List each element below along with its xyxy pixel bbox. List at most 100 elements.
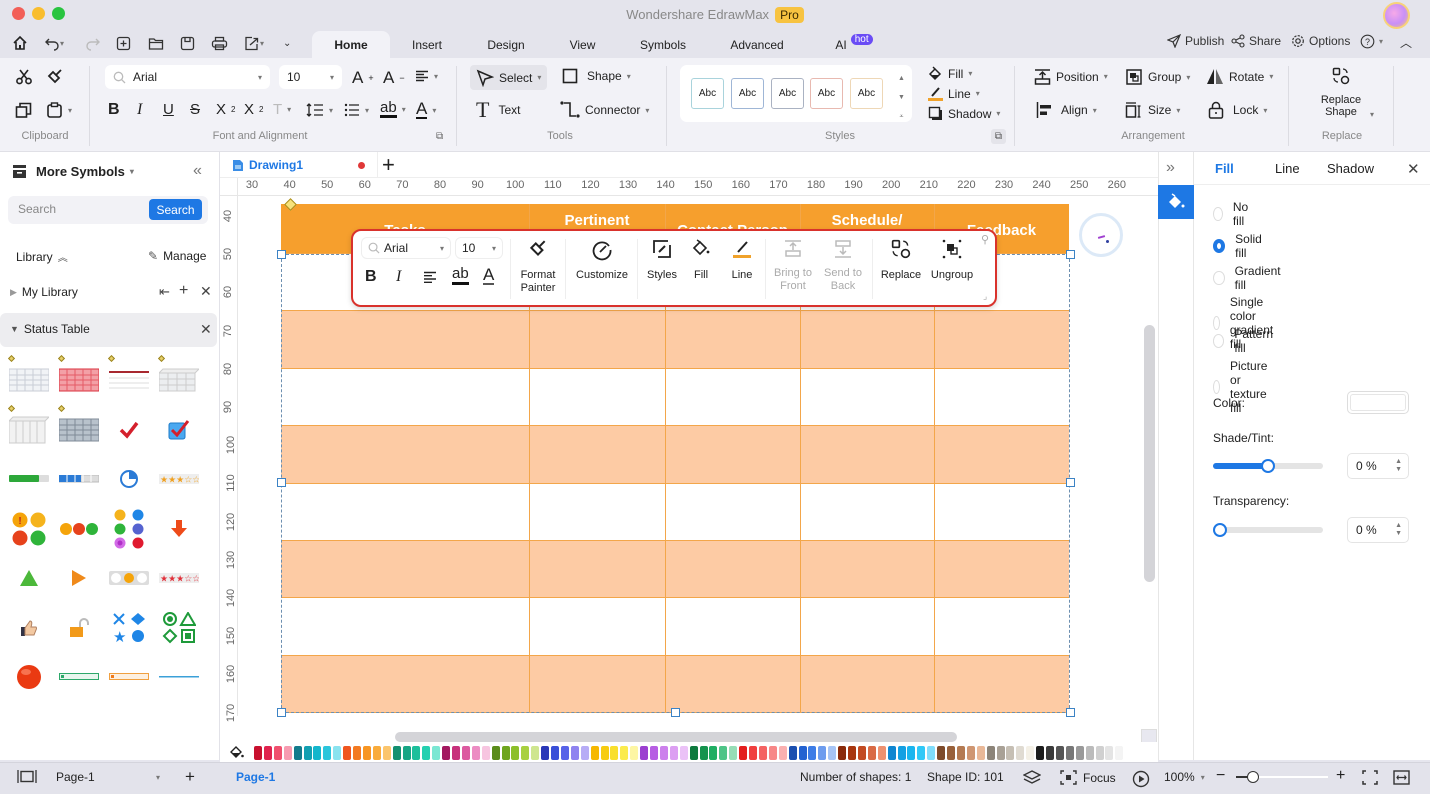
align-button[interactable]: Align ▾ bbox=[1036, 102, 1097, 118]
palette-swatch[interactable] bbox=[897, 746, 906, 760]
floating-font-select[interactable]: Arial ▾ bbox=[361, 237, 451, 259]
palette-swatch[interactable] bbox=[1055, 746, 1064, 760]
grid-table-icon[interactable] bbox=[6, 360, 52, 400]
palette-swatch[interactable] bbox=[254, 746, 262, 760]
radio-button[interactable] bbox=[1213, 270, 1225, 285]
collapse-ribbon-icon[interactable]: ︿ bbox=[1400, 34, 1412, 51]
line-spacing-icon[interactable]: ▾ bbox=[306, 103, 333, 117]
replace-shape-button[interactable]: Replace Shape bbox=[1312, 67, 1370, 118]
bullet-list-icon[interactable]: ▾ bbox=[344, 103, 369, 117]
palette-swatch[interactable] bbox=[521, 746, 530, 760]
status-table-header[interactable]: ▼ Status Table bbox=[10, 322, 90, 336]
format-tab-shadow[interactable]: Shadow bbox=[1327, 161, 1374, 176]
orange-play-arrow-icon[interactable] bbox=[56, 558, 102, 598]
pin-toolbar-icon[interactable]: ⚲ bbox=[981, 233, 989, 246]
palette-swatch[interactable] bbox=[699, 746, 708, 760]
user-avatar[interactable] bbox=[1383, 2, 1410, 29]
fill-option[interactable]: No fill bbox=[1213, 200, 1252, 228]
palette-swatch[interactable] bbox=[749, 746, 757, 760]
palette-swatch[interactable] bbox=[768, 746, 777, 760]
palette-swatch[interactable] bbox=[481, 746, 490, 760]
floating-bold-icon[interactable]: B bbox=[365, 268, 377, 286]
palette-swatch[interactable] bbox=[580, 746, 589, 760]
four-status-lights-icon[interactable]: ! bbox=[6, 509, 52, 549]
palette-swatch[interactable] bbox=[669, 746, 678, 760]
palette-swatch[interactable] bbox=[303, 746, 312, 760]
vertical-scrollbar[interactable] bbox=[1144, 325, 1155, 582]
palette-swatch[interactable] bbox=[422, 746, 431, 760]
floating-italic-icon[interactable]: I bbox=[396, 268, 401, 286]
font-name-select[interactable]: Arial ▾ bbox=[105, 65, 270, 89]
export-icon[interactable]: ▾ bbox=[244, 34, 264, 52]
green-shape-set-icon[interactable] bbox=[156, 608, 202, 648]
palette-swatch[interactable] bbox=[808, 746, 817, 760]
palette-swatch[interactable] bbox=[343, 746, 352, 760]
palette-swatch[interactable] bbox=[1115, 746, 1124, 760]
palette-swatch[interactable] bbox=[719, 746, 728, 760]
orange-unlock-icon[interactable] bbox=[56, 608, 102, 648]
palette-swatch[interactable] bbox=[501, 746, 510, 760]
format-painter-button[interactable]: Format Painter bbox=[515, 239, 561, 295]
more-quick-access-icon[interactable]: ⌄ bbox=[283, 34, 291, 52]
expand-toolbar-icon[interactable]: ⌟ bbox=[983, 291, 987, 302]
palette-swatch[interactable] bbox=[709, 746, 718, 760]
palette-swatch[interactable] bbox=[788, 746, 797, 760]
floating-highlight-icon[interactable]: ab bbox=[452, 266, 469, 285]
fullscreen-icon[interactable] bbox=[1362, 770, 1378, 785]
share-button[interactable]: Share bbox=[1231, 34, 1281, 48]
cut-icon[interactable] bbox=[15, 68, 33, 86]
close-my-library-icon[interactable]: ✕ bbox=[200, 283, 212, 300]
manage-button[interactable]: ✎ Manage bbox=[148, 249, 206, 263]
superscript-icon[interactable]: X2 bbox=[216, 101, 235, 118]
resize-handle-right[interactable] bbox=[1066, 478, 1075, 487]
3d-table-icon[interactable] bbox=[156, 360, 202, 400]
italic-icon[interactable]: I bbox=[137, 101, 142, 119]
palette-swatch[interactable] bbox=[778, 746, 787, 760]
zoom-out-button[interactable]: − bbox=[1216, 767, 1225, 785]
zoom-in-button[interactable]: + bbox=[1336, 767, 1345, 785]
resize-handle-bottom-right[interactable] bbox=[1066, 708, 1075, 717]
style-swatch-5[interactable]: Abc bbox=[850, 78, 883, 109]
resize-handle-top-left[interactable] bbox=[277, 250, 286, 259]
pie-progress-icon[interactable] bbox=[106, 459, 152, 499]
palette-swatch[interactable] bbox=[1036, 746, 1045, 760]
palette-swatch[interactable] bbox=[461, 746, 470, 760]
six-color-dots-icon[interactable] bbox=[106, 509, 152, 549]
radio-button[interactable] bbox=[1213, 380, 1221, 394]
palette-swatch[interactable] bbox=[838, 746, 847, 760]
spinner-arrows-icon[interactable]: ▲ ▼ bbox=[1395, 522, 1402, 538]
palette-swatch[interactable] bbox=[1105, 746, 1114, 760]
bring-to-front-button[interactable]: Bring to Front bbox=[769, 239, 817, 293]
symbol-search-input[interactable]: Search bbox=[18, 202, 56, 216]
decrease-font-size-icon[interactable]: A − bbox=[383, 68, 405, 88]
shadow-button[interactable]: Shadow ▾ bbox=[928, 106, 1000, 121]
tab-view[interactable]: View bbox=[560, 31, 605, 58]
fill-panel-tab[interactable] bbox=[1158, 185, 1194, 219]
lock-button[interactable]: Lock ▾ bbox=[1208, 101, 1267, 119]
style-gallery-scroll[interactable]: ▲ ▼ ⩡ bbox=[898, 69, 905, 126]
red-star-rating-icon[interactable]: ★★★☆☆ bbox=[156, 558, 202, 598]
palette-swatch[interactable] bbox=[620, 746, 629, 760]
new-tab-button[interactable]: + bbox=[382, 154, 395, 176]
shade-tint-spinner[interactable]: 0 % ▲ ▼ bbox=[1347, 453, 1409, 479]
palette-swatch[interactable] bbox=[867, 746, 876, 760]
resize-handle-left[interactable] bbox=[277, 478, 286, 487]
customize-button[interactable]: Customize bbox=[571, 239, 633, 282]
bold-icon[interactable]: B bbox=[108, 101, 120, 119]
palette-swatch[interactable] bbox=[798, 746, 807, 760]
copy-icon[interactable] bbox=[15, 102, 32, 119]
expand-panel-icon[interactable]: » bbox=[1166, 159, 1175, 177]
palette-swatch[interactable] bbox=[610, 746, 619, 760]
fill-button[interactable]: Fill ▾ bbox=[928, 66, 972, 81]
blue-segment-bar-icon[interactable] bbox=[56, 459, 102, 499]
position-button[interactable]: Position ▾ bbox=[1034, 68, 1108, 85]
palette-swatch[interactable] bbox=[333, 746, 342, 760]
add-library-icon[interactable]: + bbox=[179, 282, 188, 300]
import-library-icon[interactable]: ⇤ bbox=[159, 284, 170, 300]
checked-checkbox-icon[interactable] bbox=[156, 410, 202, 450]
palette-swatch[interactable] bbox=[491, 746, 500, 760]
palette-swatch[interactable] bbox=[758, 746, 767, 760]
ungroup-button[interactable]: Ungroup bbox=[928, 239, 976, 282]
text-tool-button[interactable]: T Text bbox=[476, 99, 520, 121]
palette-swatch[interactable] bbox=[412, 746, 421, 760]
